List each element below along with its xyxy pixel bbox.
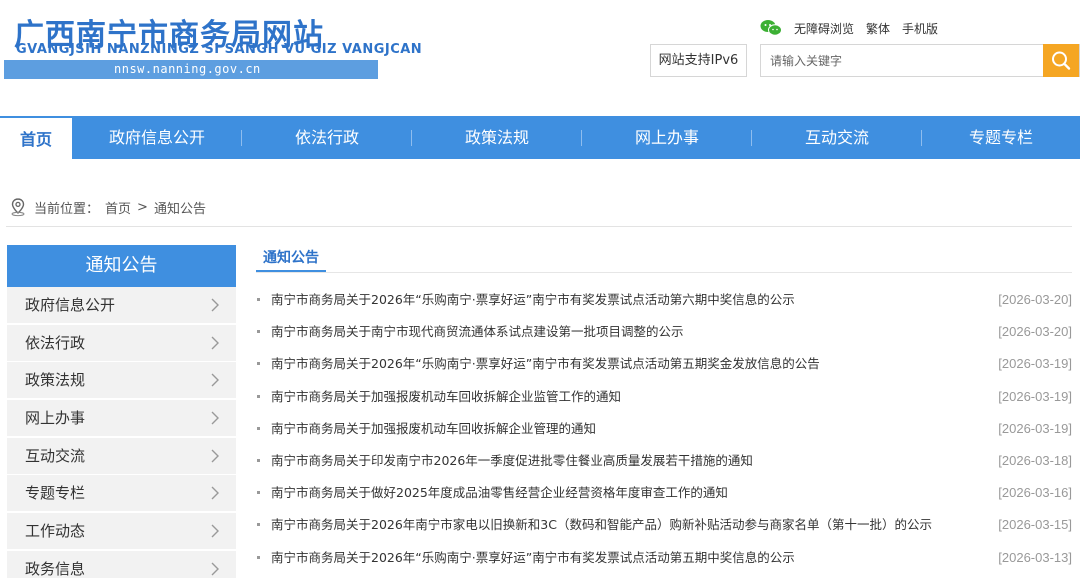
chevron-right-icon — [211, 449, 219, 463]
bullet-icon — [257, 523, 260, 527]
chevron-right-icon — [211, 298, 219, 312]
breadcrumb-home-link[interactable]: 首页 — [105, 198, 131, 217]
bullet-icon — [257, 426, 260, 430]
bullet-icon — [257, 491, 260, 495]
news-row[interactable]: 南宁市商务局关于加强报废机动车回收拆解企业监管工作的通知 [2026-03-19] — [256, 381, 1072, 413]
wechat-icon[interactable] — [760, 19, 782, 37]
sidebar-item-label: 网上办事 — [25, 409, 86, 428]
chevron-right-icon — [211, 411, 219, 425]
logo-url: nnsw.nanning.gov.cn — [114, 62, 261, 76]
news-date: [2026-03-20] — [998, 292, 1072, 307]
sidebar-item-special[interactable]: 专题专栏 — [7, 475, 236, 512]
news-date: [2026-03-16] — [998, 485, 1072, 501]
top-links: 无障碍浏览 繁体 手机版 — [760, 18, 938, 38]
sidebar-item-label: 工作动态 — [25, 522, 86, 541]
sidebar-item-label: 政策法规 — [25, 371, 86, 390]
breadcrumb-separator: > — [137, 199, 148, 215]
nav-item-gov-info[interactable]: 政府信息公开 — [72, 116, 242, 159]
news-title-link[interactable]: 南宁市商务局关于做好2025年度成品油零售经营企业经营资格年度审查工作的通知 — [271, 477, 728, 508]
news-row[interactable]: 南宁市商务局关于加强报废机动车回收拆解企业管理的通知 [2026-03-19] — [256, 413, 1072, 445]
breadcrumb-current[interactable]: 通知公告 — [154, 198, 206, 217]
news-date: [2026-03-13] — [998, 549, 1072, 565]
accessibility-link[interactable]: 无障碍浏览 — [794, 20, 854, 37]
chevron-right-icon — [211, 336, 219, 350]
main-section-rule — [256, 272, 1072, 273]
news-date: [2026-03-19] — [998, 356, 1072, 372]
news-title-link[interactable]: 南宁市商务局关于加强报废机动车回收拆解企业管理的通知 — [271, 413, 596, 444]
bullet-icon — [257, 458, 260, 462]
sidebar-item-label: 政府信息公开 — [25, 296, 116, 314]
nav-item-interaction[interactable]: 互动交流 — [752, 116, 922, 159]
nav-label: 政策法规 — [464, 128, 529, 147]
search-button[interactable] — [1043, 44, 1079, 77]
bullet-icon — [257, 298, 260, 301]
news-title-link[interactable]: 南宁市商务局关于印发南宁市2026年一季度促进批零住餐业高质量发展若干措施的通知 — [271, 445, 753, 476]
sidebar-item-online-service[interactable]: 网上办事 — [7, 400, 236, 437]
nav-item-home[interactable]: 首页 — [0, 116, 72, 159]
nav-item-online-service[interactable]: 网上办事 — [582, 116, 752, 159]
nav-label: 互动交流 — [804, 128, 869, 147]
breadcrumb: 当前位置： 首页 > 通知公告 — [8, 196, 206, 218]
search-icon — [1052, 51, 1071, 70]
location-pin-icon — [11, 198, 25, 217]
news-row[interactable]: 南宁市商务局关于2026年“乐购南宁·票享好运”南宁市有奖发票试点活动第五期奖金… — [256, 348, 1072, 380]
nav-item-policy[interactable]: 政策法规 — [412, 116, 582, 159]
news-date: [2026-03-18] — [998, 452, 1072, 468]
news-title-link[interactable]: 南宁市商务局关于2026年“乐购南宁·票享好运”南宁市有奖发票试点活动第五期中奖… — [271, 542, 795, 573]
sidebar-item-policy[interactable]: 政策法规 — [7, 362, 236, 399]
sidebar-item-label: 政务信息 — [25, 559, 86, 578]
site-logo[interactable]: 广西南宁市商务局网站 GVANGJSIH NANZNINGZ SI SANGH … — [4, 8, 422, 80]
news-title-link[interactable]: 南宁市商务局关于2026年“乐购南宁·票享好运”南宁市有奖发票试点活动第五期奖金… — [271, 348, 820, 379]
nav-item-law-admin[interactable]: 依法行政 — [242, 116, 412, 159]
news-row[interactable]: 南宁市商务局关于2026年“乐购南宁·票享好运”南宁市有奖发票试点活动第六期中奖… — [256, 284, 1072, 316]
news-title-link[interactable]: 南宁市商务局关于2026年“乐购南宁·票享好运”南宁市有奖发票试点活动第六期中奖… — [271, 284, 795, 315]
news-date: [2026-03-19] — [998, 420, 1072, 436]
news-title-link[interactable]: 南宁市商务局关于南宁市现代商贸流通体系试点建设第一批项目调整的公示 — [271, 316, 684, 347]
sidebar-menu: 政府信息公开 依法行政政策法规网上办事互动交流专题专栏工作动态政务信息 — [7, 287, 236, 578]
sidebar-item-label: 互动交流 — [25, 446, 86, 465]
news-title-link[interactable]: 南宁市商务局关于加强报废机动车回收拆解企业监管工作的通知 — [271, 381, 621, 412]
sidebar-item-interaction[interactable]: 互动交流 — [7, 437, 236, 474]
main-section-tab[interactable]: 通知公告 — [256, 246, 326, 272]
traditional-chinese-link[interactable]: 繁体 — [866, 20, 890, 37]
news-row[interactable]: 南宁市商务局关于2026年南宁市家电以旧换新和3C（数码和智能产品）购新补贴活动… — [256, 509, 1072, 541]
logo-url-bar: nnsw.nanning.gov.cn — [4, 60, 378, 79]
chevron-right-icon — [211, 486, 219, 500]
nav-item-special[interactable]: 专题专栏 — [922, 116, 1080, 159]
search-box — [760, 44, 1080, 77]
chevron-right-icon — [211, 562, 219, 576]
nav-label: 依法行政 — [294, 128, 359, 147]
news-row[interactable]: 南宁市商务局关于南宁市现代商贸流通体系试点建设第一批项目调整的公示 [2026-0… — [256, 316, 1072, 348]
bullet-icon — [257, 362, 260, 366]
sidebar-item-work-news[interactable]: 工作动态 — [7, 513, 236, 550]
breadcrumb-prefix: 当前位置： — [34, 201, 100, 217]
ipv6-badge: 网站支持IPv6 — [650, 44, 747, 77]
news-row[interactable]: 南宁市商务局关于2026年“乐购南宁·票享好运”南宁市有奖发票试点活动第五期中奖… — [256, 542, 1072, 574]
bullet-icon — [257, 555, 260, 559]
bullet-icon — [257, 330, 260, 334]
bullet-icon — [257, 394, 260, 398]
sidebar-item-gov-affairs[interactable]: 政务信息 — [7, 550, 236, 578]
sidebar-item-label: 专题专栏 — [25, 484, 86, 503]
sidebar-item-gov-info[interactable]: 政府信息公开 — [7, 287, 236, 323]
chevron-right-icon — [211, 524, 219, 538]
breadcrumb-divider — [6, 226, 1072, 227]
sidebar-item-label: 依法行政 — [25, 333, 86, 352]
search-input[interactable] — [761, 45, 1045, 76]
news-date: [2026-03-15] — [998, 517, 1072, 533]
main-nav: 首页 政府信息公开 依法行政 政策法规 网上办事 互动交流 专题专栏 — [0, 116, 1080, 159]
news-row[interactable]: 南宁市商务局关于印发南宁市2026年一季度促进批零住餐业高质量发展若干措施的通知… — [256, 445, 1072, 477]
nav-label: 政府信息公开 — [108, 128, 205, 147]
logo-pinyin: GVANGJSIH NANZNINGZ SI SANGH VU GIZ VANG… — [16, 42, 423, 57]
mobile-version-link[interactable]: 手机版 — [902, 20, 938, 37]
news-list: 南宁市商务局关于2026年“乐购南宁·票享好运”南宁市有奖发票试点活动第六期中奖… — [256, 284, 1072, 574]
sidebar-title: 通知公告 — [7, 245, 236, 287]
news-row[interactable]: 南宁市商务局关于做好2025年度成品油零售经营企业经营资格年度审查工作的通知 [2… — [256, 477, 1072, 509]
sidebar-item-law-admin[interactable]: 依法行政 — [7, 324, 236, 361]
news-date: [2026-03-19] — [998, 388, 1072, 404]
news-title-link[interactable]: 南宁市商务局关于2026年南宁市家电以旧换新和3C（数码和智能产品）购新补贴活动… — [271, 509, 932, 540]
news-date: [2026-03-20] — [998, 324, 1072, 340]
chevron-right-icon — [211, 373, 219, 387]
nav-label: 网上办事 — [634, 128, 699, 147]
